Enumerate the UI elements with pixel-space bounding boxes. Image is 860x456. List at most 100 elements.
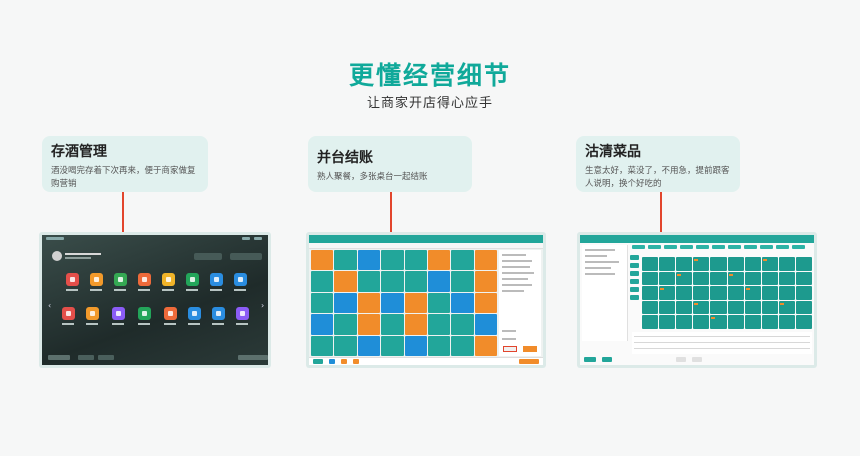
wine-storage-app-icon[interactable]	[164, 307, 177, 320]
dish-tile[interactable]	[676, 286, 693, 300]
dish-tile[interactable]	[795, 271, 812, 286]
category-tab[interactable]	[760, 245, 773, 249]
dish-tile[interactable]	[778, 286, 795, 300]
table-tile[interactable]	[381, 335, 404, 356]
dish-tile[interactable]	[693, 271, 710, 286]
table-tile[interactable]	[427, 250, 451, 271]
dish-tile[interactable]	[642, 286, 659, 300]
dish-tile[interactable]	[710, 300, 727, 315]
dish-tile[interactable]	[778, 271, 795, 286]
table-tile[interactable]	[334, 271, 357, 292]
dish-tile[interactable]	[659, 315, 676, 329]
dish-tile[interactable]	[761, 315, 778, 329]
table-tile[interactable]	[357, 271, 381, 292]
table-tile[interactable]	[404, 250, 427, 271]
dish-tile[interactable]	[744, 286, 761, 300]
table-tile[interactable]	[474, 250, 497, 271]
dish-tile[interactable]	[693, 300, 710, 315]
category-tab[interactable]	[680, 245, 693, 249]
chevron-right-icon[interactable]: ›	[261, 301, 264, 310]
dish-tile[interactable]	[642, 315, 659, 329]
table-tile[interactable]	[427, 292, 451, 314]
dish-tile[interactable]	[795, 300, 812, 315]
table-tile[interactable]	[404, 292, 427, 314]
dish-tile[interactable]	[659, 257, 676, 271]
dish-tile[interactable]	[710, 315, 727, 329]
dish-tile[interactable]	[659, 300, 676, 315]
dish-tile[interactable]	[744, 271, 761, 286]
dish-tile[interactable]	[676, 300, 693, 315]
dish-tile[interactable]	[761, 300, 778, 315]
table-tile[interactable]	[357, 292, 381, 314]
table-tile[interactable]	[451, 271, 474, 292]
dish-tile[interactable]	[761, 257, 778, 271]
dish-tile[interactable]	[727, 315, 744, 329]
table-tile[interactable]	[451, 292, 474, 314]
table-tile[interactable]	[334, 250, 357, 271]
table-tile[interactable]	[404, 271, 427, 292]
dish-tile[interactable]	[727, 286, 744, 300]
table-tile[interactable]	[427, 271, 451, 292]
table-tile[interactable]	[357, 250, 381, 271]
table-tile[interactable]	[451, 335, 474, 356]
chevron-left-icon[interactable]: ‹	[48, 301, 51, 310]
dish-tile[interactable]	[693, 286, 710, 300]
table-tile[interactable]	[427, 314, 451, 335]
category-tab[interactable]	[632, 245, 645, 249]
dish-tile[interactable]	[642, 271, 659, 286]
table-tile[interactable]	[334, 292, 357, 314]
dish-tile[interactable]	[778, 315, 795, 329]
table-tile[interactable]	[381, 314, 404, 335]
category-tab[interactable]	[744, 245, 757, 249]
table-tile[interactable]	[474, 292, 497, 314]
dish-tile[interactable]	[710, 286, 727, 300]
category-tab[interactable]	[712, 245, 725, 249]
merge-checkout-button[interactable]	[503, 346, 517, 352]
table-tile[interactable]	[381, 271, 404, 292]
category-tab[interactable]	[776, 245, 789, 249]
category-tab[interactable]	[728, 245, 741, 249]
dish-tile[interactable]	[761, 271, 778, 286]
table-tile[interactable]	[357, 335, 381, 356]
dish-tile[interactable]	[795, 315, 812, 329]
dish-tile[interactable]	[744, 300, 761, 315]
table-tile[interactable]	[357, 314, 381, 335]
dish-tile[interactable]	[693, 315, 710, 329]
dish-tile[interactable]	[659, 286, 676, 300]
dish-tile[interactable]	[676, 315, 693, 329]
dish-tile[interactable]	[676, 257, 693, 271]
dish-tile[interactable]	[761, 286, 778, 300]
dish-tile[interactable]	[795, 286, 812, 300]
dish-tile[interactable]	[710, 271, 727, 286]
table-tile[interactable]	[311, 314, 334, 335]
table-tile[interactable]	[474, 314, 497, 335]
table-tile[interactable]	[311, 292, 334, 314]
dish-tile[interactable]	[795, 257, 812, 271]
dish-tile[interactable]	[727, 300, 744, 315]
dish-tile[interactable]	[659, 271, 676, 286]
category-tab[interactable]	[792, 245, 805, 249]
dish-tile[interactable]	[693, 257, 710, 271]
dish-tile[interactable]	[676, 271, 693, 286]
table-tile[interactable]	[311, 271, 334, 292]
table-tile[interactable]	[311, 335, 334, 356]
table-tile[interactable]	[381, 292, 404, 314]
dish-tile[interactable]	[642, 300, 659, 315]
dish-tile[interactable]	[744, 315, 761, 329]
table-tile[interactable]	[451, 250, 474, 271]
dish-tile[interactable]	[727, 271, 744, 286]
table-tile[interactable]	[404, 314, 427, 335]
dish-tile[interactable]	[727, 257, 744, 271]
table-tile[interactable]	[404, 335, 427, 356]
dish-tile[interactable]	[778, 257, 795, 271]
category-tab[interactable]	[696, 245, 709, 249]
table-tile[interactable]	[474, 335, 497, 356]
table-tile[interactable]	[381, 250, 404, 271]
table-tile[interactable]	[427, 335, 451, 356]
category-tab[interactable]	[664, 245, 677, 249]
dish-tile[interactable]	[778, 300, 795, 315]
table-tile[interactable]	[334, 335, 357, 356]
dish-tile[interactable]	[744, 257, 761, 271]
category-tab[interactable]	[648, 245, 661, 249]
dish-tile[interactable]	[642, 257, 659, 271]
